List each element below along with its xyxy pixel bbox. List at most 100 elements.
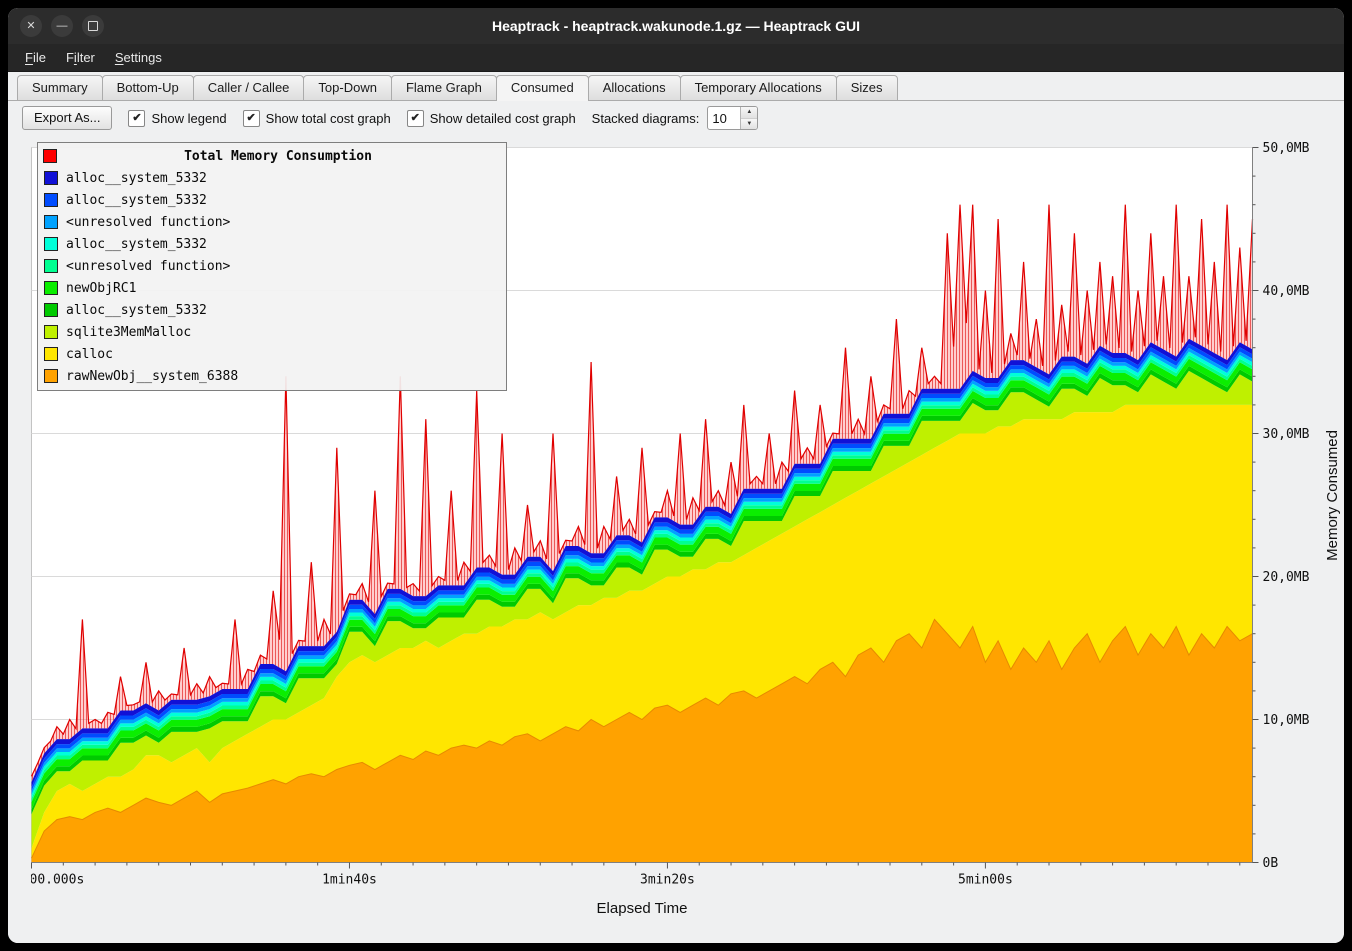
legend-title: Total Memory Consumption (184, 149, 372, 164)
tab-consumed[interactable]: Consumed (496, 75, 589, 101)
menu-mnemonic: S (115, 50, 124, 65)
legend-swatch (44, 171, 58, 185)
checkmark-icon: ✔ (411, 113, 420, 124)
legend-swatch (44, 281, 58, 295)
legend-label: <unresolved function> (66, 215, 230, 230)
menu-item-file[interactable]: File (16, 46, 55, 69)
chart-legend: Total Memory Consumption alloc__system_5… (37, 142, 507, 391)
checkbox-show-detailed-cost-graph[interactable]: ✔ Show detailed cost graph (407, 110, 576, 127)
close-button[interactable]: ✕ (20, 15, 42, 37)
window: ✕ — Heaptrack - heaptrack.wakunode.1.gz … (8, 8, 1344, 943)
svg-text:40,0MB: 40,0MB (1263, 284, 1310, 299)
checkbox-label: Show detailed cost graph (430, 111, 576, 126)
maximize-button[interactable] (82, 15, 104, 37)
svg-text:5min00s: 5min00s (958, 873, 1013, 888)
stacked-diagrams-label: Stacked diagrams: (592, 111, 700, 126)
spinner-down-button[interactable]: ▼ (741, 118, 757, 130)
stacked-diagrams-control: Stacked diagrams: ▲ ▼ (592, 106, 759, 130)
legend-label: calloc (66, 347, 113, 362)
menu-item-settings[interactable]: Settings (106, 46, 171, 69)
window-title: Heaptrack - heaptrack.wakunode.1.gz — He… (8, 18, 1344, 34)
checkbox-box: ✔ (407, 110, 424, 127)
menu-label: F (66, 50, 74, 65)
chart-area: 0B10,0MB20,0MB30,0MB40,0MB50,0MB00.000s1… (8, 135, 1344, 943)
menu-label: ile (33, 50, 46, 65)
spinner-up-button[interactable]: ▲ (741, 107, 757, 118)
checkbox-show-total-cost-graph[interactable]: ✔ Show total cost graph (243, 110, 391, 127)
legend-label: alloc__system_5332 (66, 303, 207, 318)
legend-item: calloc (38, 343, 506, 365)
checkmark-icon: ✔ (247, 113, 256, 124)
legend-items: alloc__system_5332 alloc__system_5332 <unr… (38, 167, 506, 387)
legend-item: alloc__system_5332 (38, 167, 506, 189)
legend-label: alloc__system_5332 (66, 193, 207, 208)
minimize-button[interactable]: — (51, 15, 73, 37)
checkbox-box: ✔ (128, 110, 145, 127)
legend-item: rawNewObj__system_6388 (38, 365, 506, 387)
legend-title-swatch (43, 149, 57, 163)
checkbox-show-legend[interactable]: ✔ Show legend (128, 110, 226, 127)
legend-item: alloc__system_5332 (38, 299, 506, 321)
legend-swatch (44, 237, 58, 251)
tab-flame-graph[interactable]: Flame Graph (391, 75, 497, 100)
export-as-button[interactable]: Export As... (22, 106, 112, 130)
svg-text:00.000s: 00.000s (31, 873, 84, 888)
svg-text:30,0MB: 30,0MB (1263, 427, 1310, 442)
tab-bottom-up[interactable]: Bottom-Up (102, 75, 194, 100)
close-icon: ✕ (26, 21, 35, 32)
stacked-diagrams-input[interactable] (708, 107, 740, 129)
legend-item: <unresolved function> (38, 255, 506, 277)
checkbox-box: ✔ (243, 110, 260, 127)
minimize-icon: — (57, 21, 68, 32)
main-content: Summary Bottom-Up Caller / Callee Top-Do… (8, 72, 1344, 943)
tab-temporary-allocations[interactable]: Temporary Allocations (680, 75, 837, 100)
legend-swatch (44, 303, 58, 317)
maximize-icon (88, 21, 98, 31)
titlebar: ✕ — Heaptrack - heaptrack.wakunode.1.gz … (8, 8, 1344, 44)
legend-swatch (44, 215, 58, 229)
legend-label: alloc__system_5332 (66, 237, 207, 252)
svg-text:3min20s: 3min20s (640, 873, 695, 888)
checkbox-label: Show legend (151, 111, 226, 126)
legend-label: <unresolved function> (66, 259, 230, 274)
checkmark-icon: ✔ (132, 113, 141, 124)
legend-label: newObjRC1 (66, 281, 136, 296)
menu-label: lter (77, 50, 95, 65)
legend-swatch (44, 259, 58, 273)
x-axis-title: Elapsed Time (31, 900, 1253, 917)
menubar: File Filter Settings (8, 44, 1344, 72)
menu-item-filter[interactable]: Filter (57, 46, 104, 69)
tab-summary[interactable]: Summary (17, 75, 103, 100)
legend-item: alloc__system_5332 (38, 189, 506, 211)
tab-caller-callee[interactable]: Caller / Callee (193, 75, 305, 100)
spinner-buttons: ▲ ▼ (740, 107, 757, 129)
window-controls: ✕ — (20, 15, 104, 37)
spinner-down-icon: ▼ (746, 121, 752, 127)
svg-text:20,0MB: 20,0MB (1263, 570, 1310, 585)
legend-label: sqlite3MemMalloc (66, 325, 191, 340)
tab-top-down[interactable]: Top-Down (303, 75, 392, 100)
legend-swatch (44, 193, 58, 207)
tab-bar: Summary Bottom-Up Caller / Callee Top-Do… (8, 72, 1344, 101)
toolbar: Export As... ✔ Show legend ✔ Show total … (8, 101, 1344, 135)
tab-allocations[interactable]: Allocations (588, 75, 681, 100)
menu-label: ettings (124, 50, 162, 65)
legend-item: newObjRC1 (38, 277, 506, 299)
legend-item: alloc__system_5332 (38, 233, 506, 255)
checkbox-label: Show total cost graph (266, 111, 391, 126)
menu-mnemonic: F (25, 50, 33, 65)
legend-label: rawNewObj__system_6388 (66, 369, 238, 384)
svg-text:50,0MB: 50,0MB (1263, 141, 1310, 156)
svg-text:10,0MB: 10,0MB (1263, 713, 1310, 728)
legend-swatch (44, 325, 58, 339)
svg-text:1min40s: 1min40s (322, 873, 377, 888)
legend-swatch (44, 347, 58, 361)
legend-label: alloc__system_5332 (66, 171, 207, 186)
stacked-diagrams-spinbox[interactable]: ▲ ▼ (707, 106, 758, 130)
legend-item: <unresolved function> (38, 211, 506, 233)
tab-sizes[interactable]: Sizes (836, 75, 898, 100)
legend-item: sqlite3MemMalloc (38, 321, 506, 343)
legend-swatch (44, 369, 58, 383)
spinner-up-icon: ▲ (746, 109, 752, 115)
y-axis-title: Memory Consumed (1324, 430, 1341, 561)
